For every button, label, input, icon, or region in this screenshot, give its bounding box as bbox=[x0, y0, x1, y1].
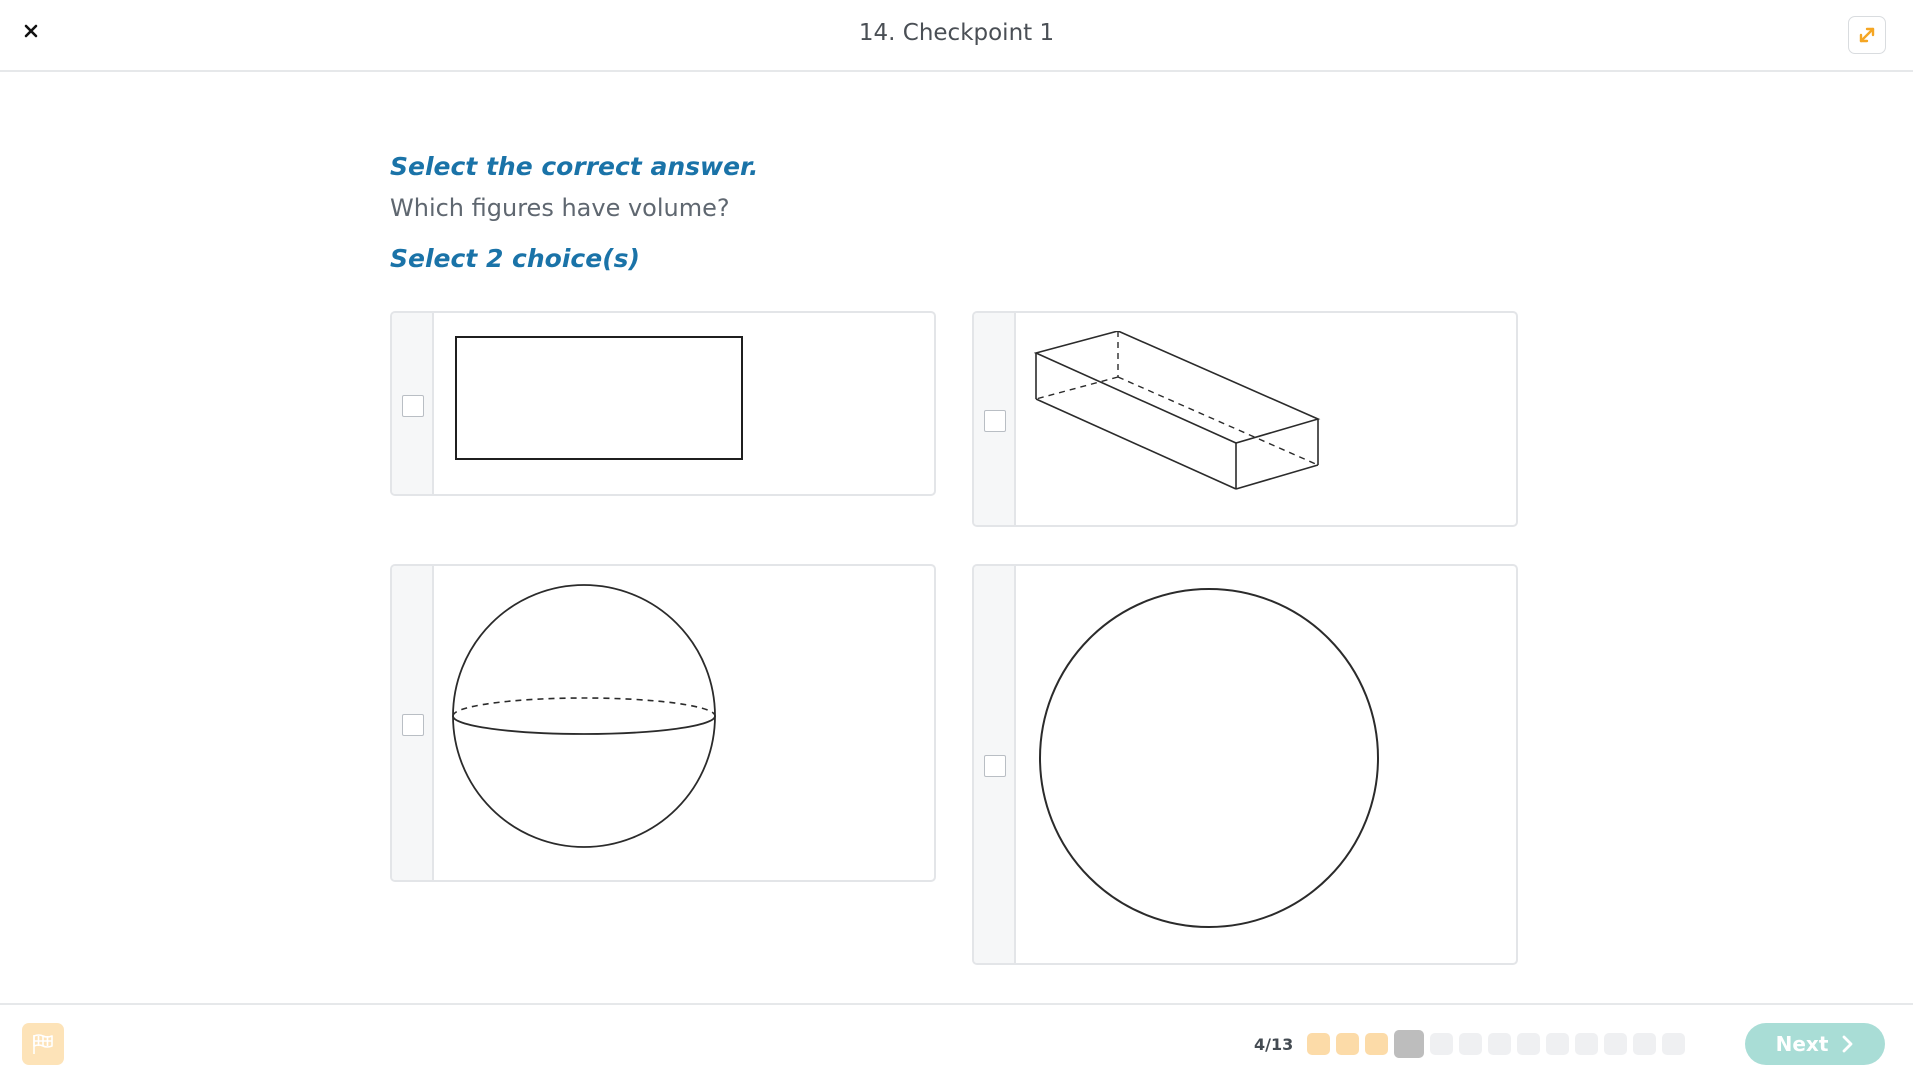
progress-counter: 4/13 bbox=[1254, 1035, 1294, 1054]
question-prompt: Which figures have volume? bbox=[390, 194, 730, 222]
question-dot[interactable] bbox=[1662, 1033, 1685, 1055]
expand-button[interactable] bbox=[1848, 16, 1886, 54]
question-dot[interactable] bbox=[1488, 1033, 1511, 1055]
question-dot[interactable] bbox=[1365, 1033, 1388, 1055]
page-title: 14. Checkpoint 1 bbox=[858, 20, 1055, 46]
choice-gutter bbox=[392, 313, 434, 494]
question-navigator bbox=[1307, 1030, 1685, 1058]
choice-gutter bbox=[974, 313, 1016, 525]
select-count-text: Select 2 choice(s) bbox=[390, 244, 640, 273]
bottom-bar: 4/13 Next bbox=[0, 1003, 1913, 1078]
answer-choice-circle[interactable] bbox=[972, 564, 1518, 965]
question-dot-current[interactable] bbox=[1394, 1030, 1424, 1058]
question-dot[interactable] bbox=[1430, 1033, 1453, 1055]
rectangle-figure bbox=[455, 336, 743, 460]
question-dot[interactable] bbox=[1633, 1033, 1656, 1055]
answer-choice-rectangular-prism[interactable] bbox=[972, 311, 1518, 527]
rectangular-prism-figure bbox=[1034, 331, 1321, 490]
next-button-label: Next bbox=[1775, 1032, 1829, 1056]
choice-checkbox[interactable] bbox=[402, 714, 424, 736]
choice-checkbox[interactable] bbox=[984, 410, 1006, 432]
top-bar: 14. Checkpoint 1 bbox=[0, 0, 1913, 72]
answer-choice-rectangle[interactable] bbox=[390, 311, 936, 496]
sphere-figure bbox=[452, 584, 716, 848]
question-dot[interactable] bbox=[1307, 1033, 1330, 1055]
choice-gutter bbox=[974, 566, 1016, 963]
question-dot[interactable] bbox=[1604, 1033, 1627, 1055]
question-dot[interactable] bbox=[1546, 1033, 1569, 1055]
choice-checkbox[interactable] bbox=[984, 755, 1006, 777]
next-button[interactable]: Next bbox=[1745, 1023, 1885, 1065]
question-dot[interactable] bbox=[1336, 1033, 1359, 1055]
circle-figure bbox=[1039, 588, 1379, 928]
flag-icon bbox=[33, 1034, 53, 1054]
question-dot[interactable] bbox=[1517, 1033, 1540, 1055]
flag-button[interactable] bbox=[22, 1023, 64, 1065]
expand-icon bbox=[1859, 27, 1875, 43]
choice-gutter bbox=[392, 566, 434, 880]
chevron-right-icon bbox=[1842, 1035, 1853, 1053]
answer-choice-sphere[interactable] bbox=[390, 564, 936, 882]
question-dot[interactable] bbox=[1575, 1033, 1598, 1055]
choice-checkbox[interactable] bbox=[402, 395, 424, 417]
instruction-text: Select the correct answer. bbox=[390, 152, 759, 181]
question-dot[interactable] bbox=[1459, 1033, 1482, 1055]
